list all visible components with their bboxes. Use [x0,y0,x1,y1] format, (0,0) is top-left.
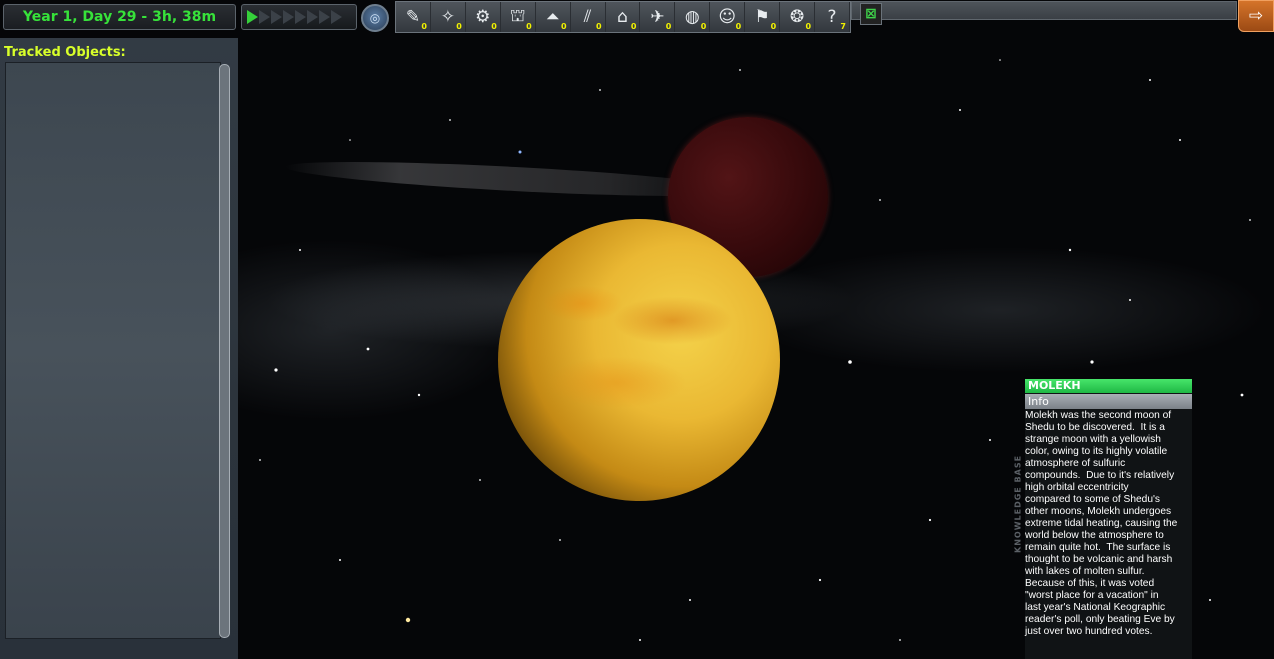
tracked-objects-panel: Tracked Objects: [0,38,238,659]
plane-icon: ✈ [650,7,665,27]
debris-icon: ✎ [405,7,421,27]
tracked-objects-scrollbar[interactable] [219,64,230,638]
filter-count: 0 [595,22,602,31]
time-warp-arrow-icon[interactable] [319,10,330,24]
filter-count: 0 [630,22,637,31]
filter-button-eva[interactable]: ☺ 0 [710,2,746,32]
tracked-objects-list[interactable] [5,62,221,639]
knowledge-base-body: MOLEKH Info Molekh was the second moon o… [1025,379,1192,659]
filter-button-asteroids[interactable]: ❂ 0 [780,2,816,32]
filter-button-stations[interactable]: ⫽ 0 [571,2,606,32]
probe-icon: ✧ [440,7,455,27]
filter-count: 0 [491,22,497,31]
target-icon: ◎ [369,11,381,25]
eva-icon: ☺ [718,7,737,27]
filter-count: 0 [421,22,427,31]
ship-icon: ⏶ [545,7,560,27]
time-warp-arrow-icon[interactable] [259,10,270,24]
station-icon: ⫽ [583,7,592,27]
filter-button-planes[interactable]: ✈ 0 [640,2,676,32]
base-icon: ⌂ [617,7,628,27]
vessel-filter-toolbar: ✎ 0 ✧ 0 ⚙ 0 ⛫ 0 ⏶ 0 ⫽ 0 ⌂ 0 ✈ 0 ◍ 0 ☺ 0 ⚑ 0 ❂ 0? 7 [395,1,851,33]
lander-icon: ⛫ [509,6,526,26]
filter-button-ships[interactable]: ⏶ 0 [536,2,571,32]
filter-button-rovers[interactable]: ⚙ 0 [466,2,501,32]
body-name-header: MOLEKH [1025,379,1192,393]
filter-button-landers[interactable]: ⛫ 0 [501,2,536,32]
filter-button-flags[interactable]: ⚑ 0 [745,2,781,32]
knowledge-base-tab[interactable]: KNOWLEDGE BASE [1011,409,1025,599]
tracked-objects-title: Tracked Objects: [4,45,126,60]
exit-map-button[interactable]: ⇨ [1238,0,1274,32]
filter-count: 0 [456,22,462,31]
top-bar-strip [851,1,1237,20]
clock-text: Year 1, Day 29 - 3h, 38m [22,9,217,25]
focus-target-button[interactable]: ◎ [361,4,389,32]
body-description: Molekh was the second moon of Shedu to b… [1025,410,1178,637]
knowledge-base-panel: KNOWLEDGE BASE MOLEKH Info Molekh was th… [1011,379,1192,659]
rover-icon: ⚙ [475,7,491,27]
time-warp-arrow-icon[interactable] [247,10,258,24]
filter-button-unknown[interactable]: ? 7 [815,2,850,32]
filter-count: 0 [805,22,812,31]
filter-button-probes[interactable]: ✧ 0 [431,2,466,32]
time-warp-arrow-icon[interactable] [307,10,318,24]
relay-icon: ◍ [684,7,700,27]
filter-count: 0 [700,22,707,31]
molekh-planet[interactable] [498,219,780,501]
expand-icon: ⊠ [865,6,877,22]
exit-icon: ⇨ [1248,6,1264,26]
asteroid-icon: ❂ [789,7,805,27]
time-warp-arrow-icon[interactable] [283,10,294,24]
filter-count: 0 [770,22,777,31]
unknown-object-icon: ? [827,7,837,27]
flag-icon: ⚑ [754,7,770,27]
time-warp-arrow-icon[interactable] [271,10,282,24]
filter-count: 0 [665,22,672,31]
game-clock: Year 1, Day 29 - 3h, 38m [3,4,236,30]
time-warp-arrow-icon[interactable] [331,10,342,24]
filter-count: 0 [526,22,532,31]
filter-button-debris[interactable]: ✎ 0 [396,2,431,32]
info-tab[interactable]: Info [1025,394,1192,409]
filter-count: 0 [735,22,742,31]
filter-count: 7 [840,22,846,31]
filter-button-relays[interactable]: ◍ 0 [675,2,711,32]
map-filter-button[interactable]: ⊠ [860,3,882,25]
time-warp-control[interactable] [241,4,357,30]
filter-count: 0 [561,22,567,31]
time-warp-arrow-icon[interactable] [295,10,306,24]
map-view[interactable]: Year 1, Day 29 - 3h, 38m ◎ ✎ 0 ✧ 0 ⚙ 0 ⛫ 0 ⏶ 0 ⫽ 0 ⌂… [0,0,1274,659]
filter-button-bases[interactable]: ⌂ 0 [606,2,641,32]
